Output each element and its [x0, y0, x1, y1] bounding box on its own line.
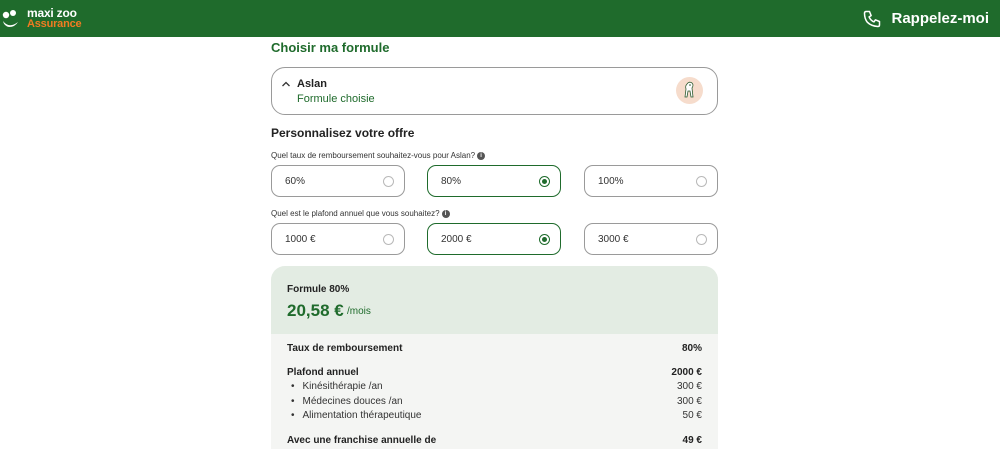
- radio-selected-icon: [539, 175, 550, 187]
- summary-row-ceiling: Plafond annuel 2000 €: [287, 367, 702, 378]
- summary-row-alt-medicine: Médecines douces /an 300 €: [287, 396, 702, 407]
- radio-icon: [696, 175, 707, 187]
- callback-button[interactable]: Rappelez-moi: [862, 9, 989, 29]
- chevron-up-icon[interactable]: [281, 79, 291, 89]
- ceiling-option-1000[interactable]: 1000 €: [271, 223, 405, 255]
- row-label: Taux de remboursement: [287, 343, 403, 354]
- customize-title: Personnalisez votre offre: [271, 126, 415, 140]
- ceiling-question: Quel est le plafond annuel que vous souh…: [271, 209, 450, 218]
- option-label: 3000 €: [598, 233, 629, 245]
- option-label: 60%: [285, 175, 306, 187]
- monthly-price: 20,58 €: [287, 301, 344, 320]
- row-label: Kinésithérapie /an: [287, 381, 383, 392]
- logo-text-bottom: Assurance: [27, 17, 82, 30]
- pet-avatar: [676, 77, 703, 104]
- reimbursement-option-100[interactable]: 100%: [584, 165, 718, 197]
- row-value: 80%: [681, 343, 702, 354]
- ceiling-option-2000[interactable]: 2000 €: [427, 223, 561, 255]
- row-value: 2000 €: [671, 367, 702, 378]
- row-value: 50 €: [682, 410, 702, 421]
- radio-icon: [696, 233, 707, 245]
- reimbursement-question-text: Quel taux de remboursement souhaitez-vou…: [271, 151, 476, 160]
- formula-label: Formule 80%: [287, 284, 350, 295]
- row-value: 49 €: [682, 435, 702, 446]
- radio-icon: [383, 233, 394, 245]
- pet-name: Aslan: [297, 78, 327, 90]
- summary-row-diet: Alimentation thérapeutique 50 €: [287, 410, 702, 421]
- phone-icon: [864, 10, 881, 27]
- section-title: Choisir ma formule: [271, 40, 390, 55]
- maxizoo-logo[interactable]: maxi zoo Assurance: [0, 0, 82, 37]
- summary-header: Formule 80% 20,58 € /mois: [271, 266, 718, 334]
- ceiling-question-text: Quel est le plafond annuel que vous souh…: [271, 209, 440, 218]
- info-icon[interactable]: i: [441, 209, 450, 218]
- pet-card[interactable]: Aslan Formule choisie: [271, 67, 718, 115]
- row-label: Médecines douces /an: [287, 396, 403, 407]
- top-header: maxi zoo Assurance Rappelez-moi: [0, 0, 1000, 37]
- info-icon[interactable]: i: [477, 151, 486, 160]
- paw-logo-icon: [2, 9, 18, 27]
- row-label: Plafond annuel: [287, 367, 359, 378]
- option-label: 100%: [598, 175, 624, 187]
- callback-label: Rappelez-moi: [891, 10, 989, 27]
- radio-icon: [383, 175, 394, 187]
- reimbursement-option-60[interactable]: 60%: [271, 165, 405, 197]
- option-label: 80%: [441, 175, 462, 187]
- summary-row-physio: Kinésithérapie /an 300 €: [287, 381, 702, 392]
- summary-row-deductible: Avec une franchise annuelle de 49 €: [287, 435, 702, 446]
- reimbursement-option-80[interactable]: 80%: [427, 165, 561, 197]
- row-value: 300 €: [676, 381, 702, 392]
- row-value: 300 €: [676, 396, 702, 407]
- price-period: /mois: [347, 306, 371, 317]
- option-label: 1000 €: [285, 233, 316, 245]
- logo-text-top: maxi zoo: [27, 5, 77, 20]
- summary-row-reimbursement: Taux de remboursement 80%: [287, 343, 702, 354]
- reimbursement-question: Quel taux de remboursement souhaitez-vou…: [271, 151, 486, 160]
- radio-selected-icon: [539, 233, 550, 245]
- summary-card: Formule 80% 20,58 € /mois Taux de rembou…: [271, 266, 718, 449]
- pet-formula-status: Formule choisie: [297, 93, 375, 105]
- dog-illustration-icon: [684, 81, 694, 98]
- row-label: Avec une franchise annuelle de: [287, 435, 437, 446]
- ceiling-option-3000[interactable]: 3000 €: [584, 223, 718, 255]
- row-label: Alimentation thérapeutique: [287, 410, 422, 421]
- option-label: 2000 €: [441, 233, 472, 245]
